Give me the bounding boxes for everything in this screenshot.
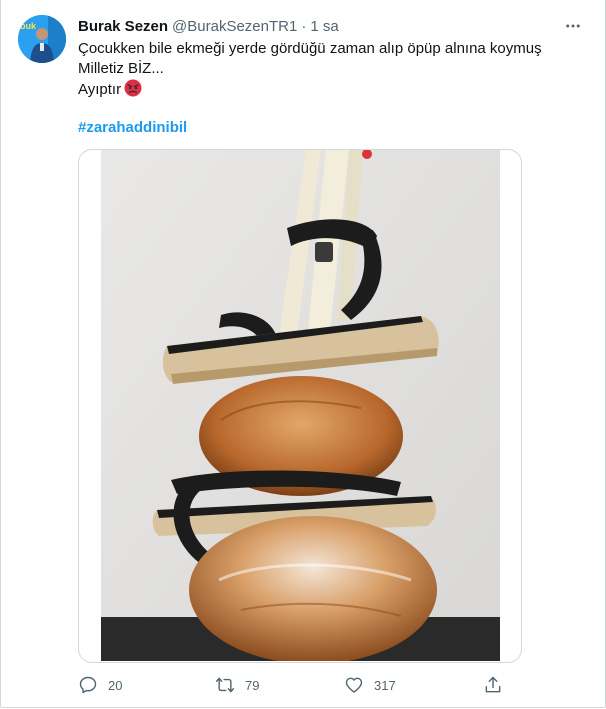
tweet-text-line-3-label: Ayıptır xyxy=(78,81,122,98)
reply-icon xyxy=(79,676,97,694)
angry-face-icon xyxy=(124,79,142,97)
author-handle[interactable]: @BurakSezenTR1 xyxy=(172,18,297,35)
reply-count: 20 xyxy=(108,677,123,693)
like-icon xyxy=(345,677,363,693)
share-button[interactable] xyxy=(483,673,513,697)
retweet-button[interactable]: 79 xyxy=(215,673,259,697)
tweet-text: Çocukken bile ekmeği yerde gördüğü zaman… xyxy=(78,39,578,100)
author-name[interactable]: Burak Sezen xyxy=(78,18,168,35)
avatar-text: buk xyxy=(20,21,37,31)
tweet-actions: 20 79 317 xyxy=(78,673,508,697)
like-count: 317 xyxy=(374,677,396,693)
tweet-card[interactable]: buk Burak Sezen @BurakSezenTR1 · 1 sa Ço… xyxy=(0,0,606,708)
timestamp[interactable]: 1 sa xyxy=(310,18,338,35)
tweet-header: Burak Sezen @BurakSezenTR1 · 1 sa xyxy=(78,16,339,36)
retweet-icon xyxy=(215,677,235,693)
more-icon[interactable] xyxy=(561,14,585,38)
like-button[interactable]: 317 xyxy=(344,673,396,697)
tweet-text-line-1: Çocukken bile ekmeği yerde gördüğü zaman… xyxy=(78,40,542,57)
tweet-media[interactable] xyxy=(78,149,522,663)
share-icon xyxy=(485,676,501,693)
hashtag-link[interactable]: #zarahaddinibil xyxy=(78,119,187,136)
photo-sandals-on-bread xyxy=(101,150,500,661)
tweet-text-line-3: Ayıptır xyxy=(78,79,578,100)
separator-dot: · xyxy=(301,17,307,35)
reply-button[interactable]: 20 xyxy=(78,673,122,697)
retweet-count: 79 xyxy=(245,677,260,693)
tweet-text-line-2: Milletiz BİZ... xyxy=(78,60,164,77)
avatar[interactable]: buk xyxy=(18,15,66,63)
